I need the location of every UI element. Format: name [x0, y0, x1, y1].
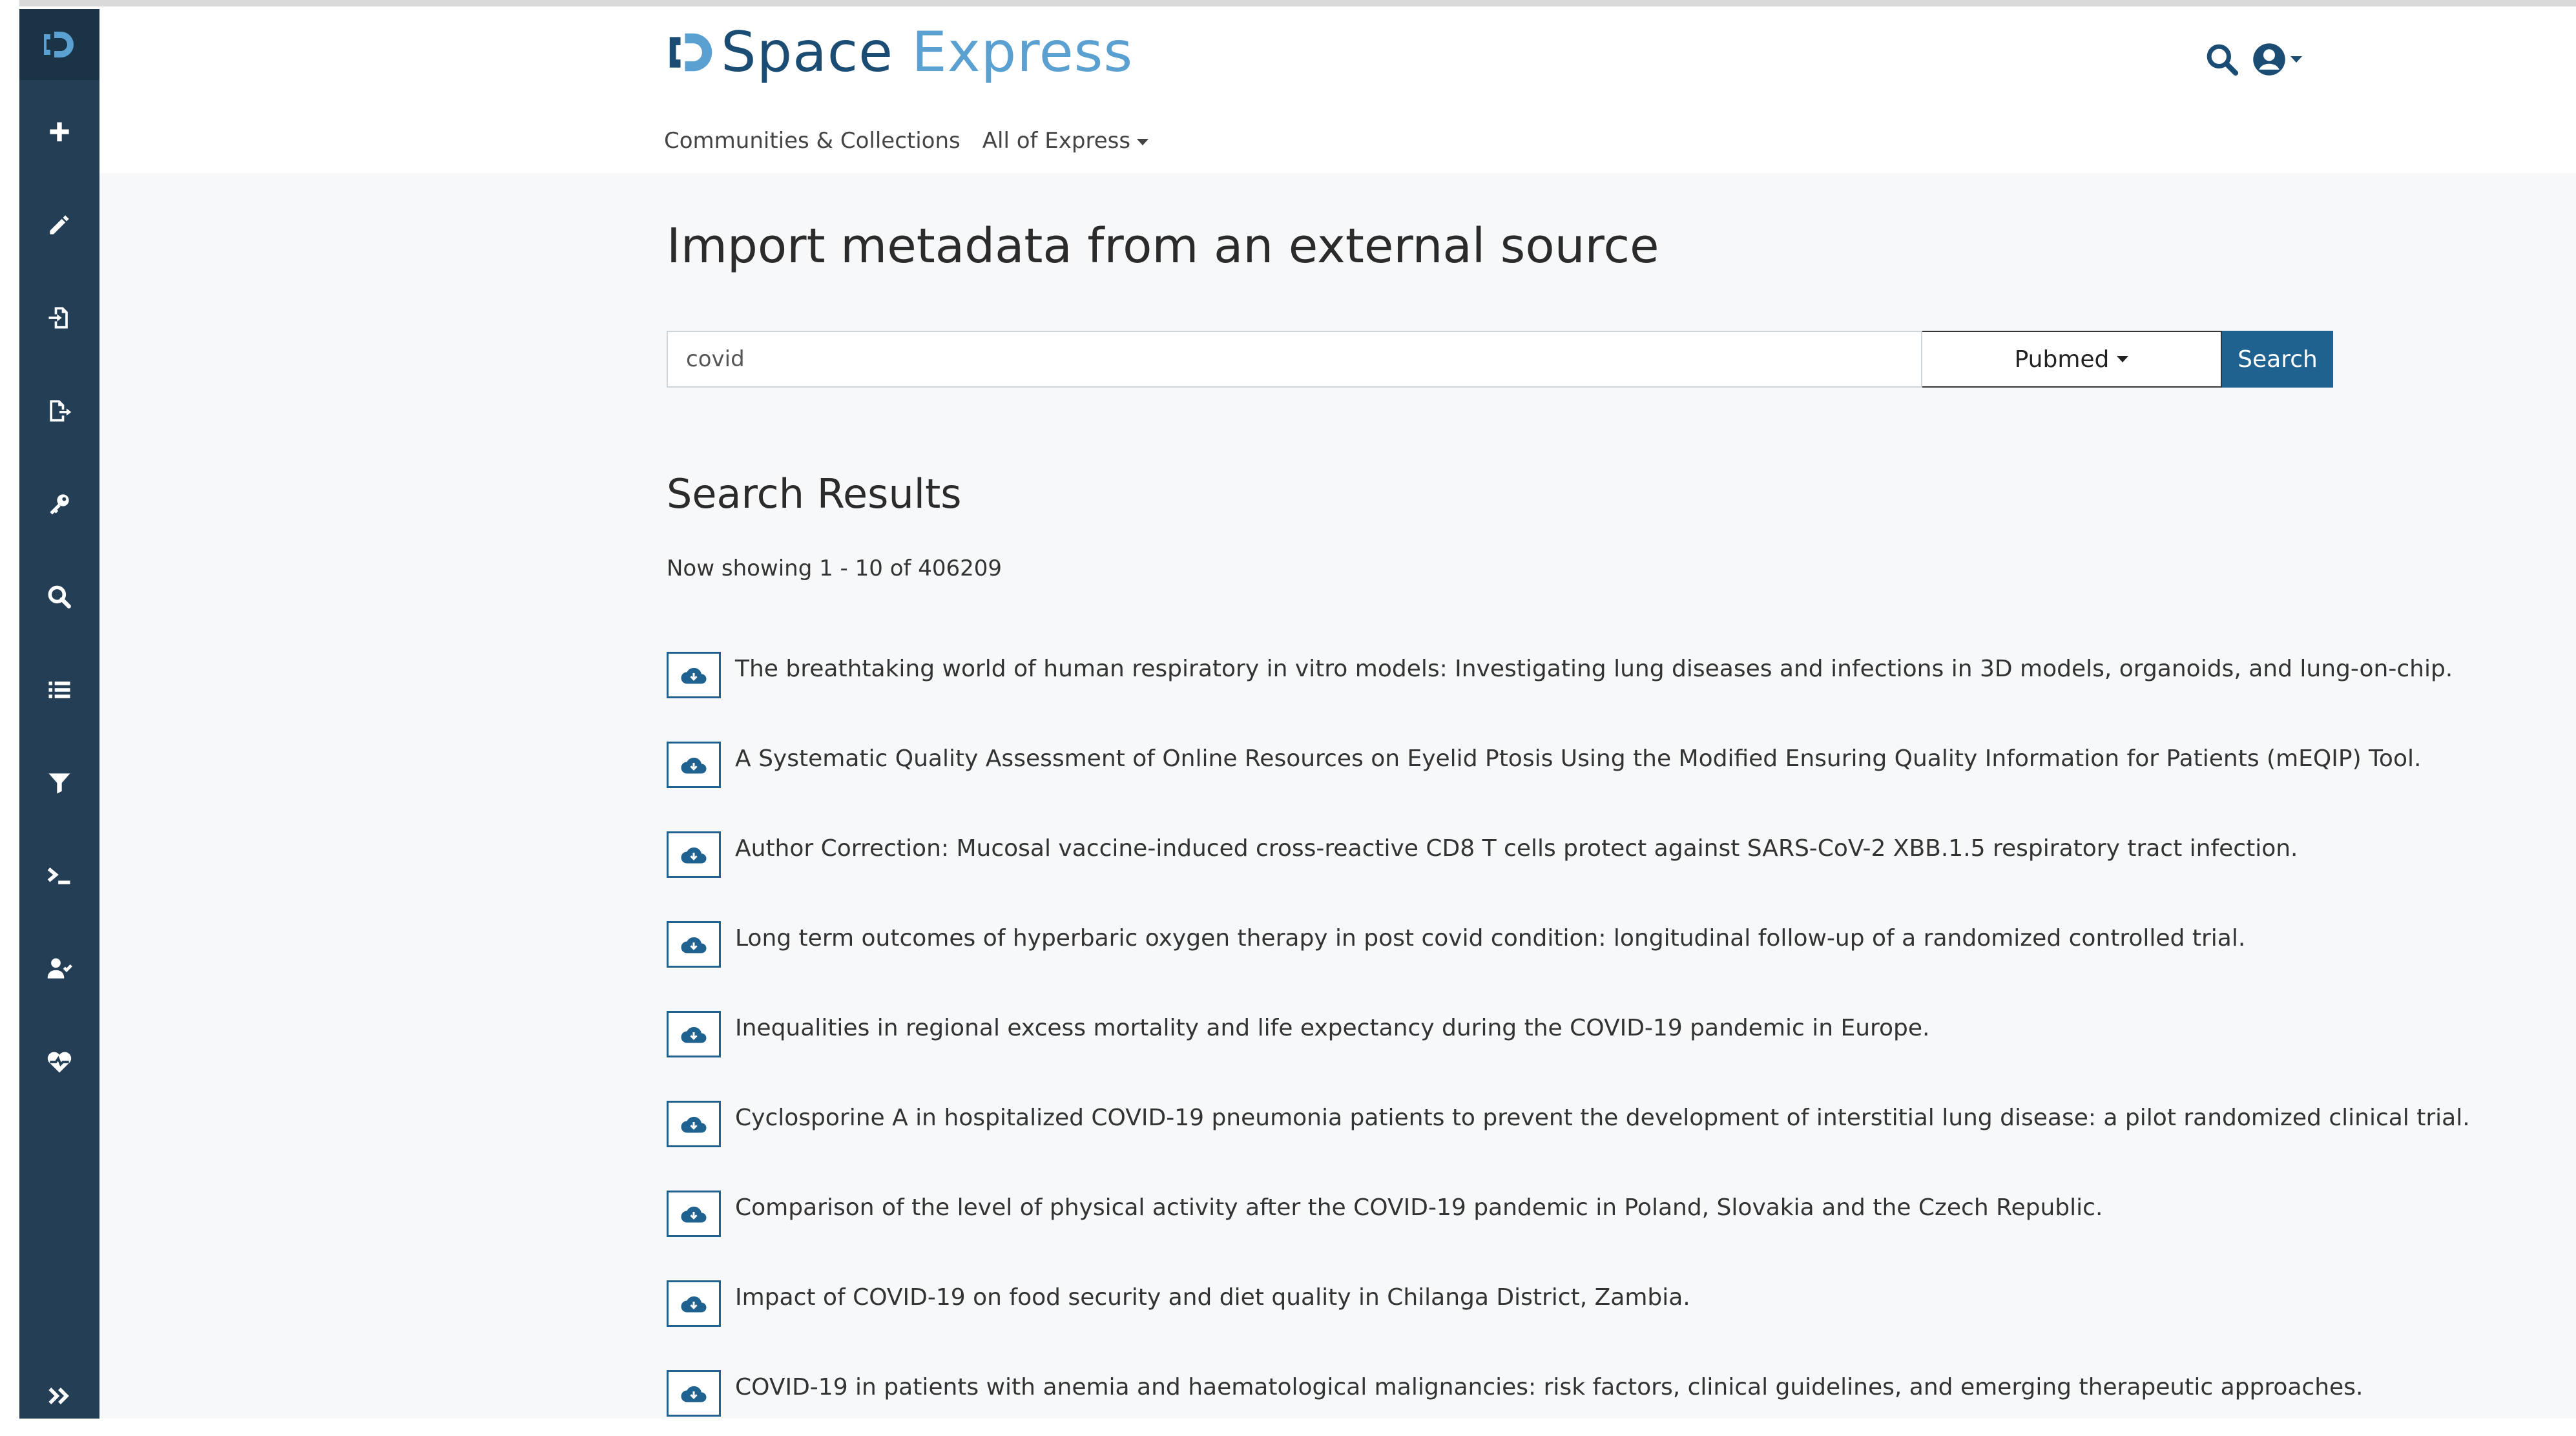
sidebar-item-new[interactable]	[19, 99, 99, 164]
source-dropdown-label: Pubmed	[2014, 346, 2110, 373]
site-logo[interactable]: Space Express	[668, 25, 1133, 80]
filter-icon	[48, 773, 70, 794]
sidebar-item-export[interactable]	[19, 379, 99, 443]
list-item: The breathtaking world of human respirat…	[667, 628, 2470, 718]
site-header: Space Express Communities & Collections …	[99, 9, 2576, 173]
cloud-download-icon	[681, 1386, 707, 1402]
import-button[interactable]	[667, 1100, 721, 1147]
import-button[interactable]	[667, 651, 721, 698]
import-icon	[48, 307, 68, 329]
result-title: A Systematic Quality Assessment of Onlin…	[735, 745, 2422, 772]
result-title: Impact of COVID-19 on food security and …	[735, 1284, 1690, 1311]
header-actions	[2204, 41, 2302, 78]
search-button[interactable]: Search	[2222, 331, 2333, 388]
results-list: The breathtaking world of human respirat…	[667, 628, 2470, 1436]
user-circle-icon	[2253, 43, 2285, 76]
search-icon	[48, 585, 71, 609]
import-button[interactable]	[667, 1369, 721, 1417]
cloud-download-icon	[681, 667, 707, 683]
cloud-download-icon	[681, 1296, 707, 1312]
double-chevron-right-icon	[48, 1388, 69, 1404]
list-item: Comparison of the level of physical acti…	[667, 1167, 2470, 1256]
list-item: Author Correction: Mucosal vaccine-induc…	[667, 807, 2470, 897]
source-dropdown[interactable]: Pubmed	[1922, 331, 2222, 388]
result-title: Long term outcomes of hyperbaric oxygen …	[735, 925, 2246, 952]
cloud-download-icon	[681, 937, 707, 953]
export-icon	[50, 400, 72, 422]
heartbeat-icon	[47, 1052, 72, 1073]
import-button[interactable]	[667, 1010, 721, 1057]
user-check-icon	[47, 958, 72, 979]
import-button[interactable]	[667, 1280, 721, 1327]
main-nav: Communities & Collections All of Express	[664, 128, 1149, 154]
plus-icon	[50, 122, 69, 141]
key-icon	[50, 494, 69, 515]
chevron-down-icon	[2117, 356, 2129, 362]
dspace-logo-icon	[44, 32, 74, 57]
nav-communities-collections[interactable]: Communities & Collections	[664, 128, 961, 154]
sidebar-item-search[interactable]	[19, 565, 99, 629]
import-button[interactable]	[667, 831, 721, 878]
main-content: Import metadata from an external source …	[99, 173, 2576, 1419]
chevron-down-icon	[1137, 138, 1149, 145]
cloud-download-icon	[681, 757, 707, 773]
sidebar-item-access-control[interactable]	[19, 472, 99, 536]
sidebar-item-workflow[interactable]	[19, 937, 99, 1001]
cloud-download-icon	[681, 1026, 707, 1043]
sidebar-item-curation[interactable]	[19, 751, 99, 815]
import-button[interactable]	[667, 741, 721, 788]
result-title: Comparison of the level of physical acti…	[735, 1194, 2103, 1221]
admin-sidebar	[19, 9, 99, 1419]
cloud-download-icon	[681, 1116, 707, 1132]
terminal-icon	[47, 867, 70, 884]
cloud-download-icon	[681, 847, 707, 863]
list-icon	[48, 682, 70, 698]
sidebar-item-import[interactable]	[19, 286, 99, 350]
user-menu-toggle[interactable]	[2252, 42, 2302, 77]
dspace-logo-icon	[669, 33, 712, 72]
sidebar-expand-toggle[interactable]	[19, 1373, 99, 1419]
list-item: Impact of COVID-19 on food security and …	[667, 1256, 2470, 1346]
sidebar-logo[interactable]	[19, 9, 99, 80]
window-top-border	[0, 0, 2576, 6]
left-margin	[0, 0, 19, 1419]
nav-all-of-express[interactable]: All of Express	[982, 128, 1149, 154]
import-button[interactable]	[667, 1190, 721, 1237]
cloud-download-icon	[681, 1206, 707, 1222]
result-title: Author Correction: Mucosal vaccine-induc…	[735, 835, 2298, 862]
sidebar-item-registries[interactable]	[19, 658, 99, 722]
pencil-icon	[50, 215, 69, 234]
page-title: Import metadata from an external source	[667, 218, 1659, 274]
result-title: Cyclosporine A in hospitalized COVID-19 …	[735, 1105, 2470, 1131]
external-search-form: Pubmed Search	[667, 331, 2333, 388]
result-title: The breathtaking world of human respirat…	[735, 656, 2453, 682]
sidebar-item-processes[interactable]	[19, 844, 99, 908]
search-icon[interactable]	[2204, 41, 2240, 78]
sidebar-item-health[interactable]	[19, 1030, 99, 1094]
import-button[interactable]	[667, 921, 721, 968]
list-item: Inequalities in regional excess mortalit…	[667, 987, 2470, 1077]
sidebar-item-edit[interactable]	[19, 193, 99, 257]
list-item: Cyclosporine A in hospitalized COVID-19 …	[667, 1077, 2470, 1167]
list-item: Long term outcomes of hyperbaric oxygen …	[667, 897, 2470, 987]
result-title: COVID-19 in patients with anemia and hae…	[735, 1374, 2363, 1400]
list-item: A Systematic Quality Assessment of Onlin…	[667, 718, 2470, 807]
chevron-down-icon	[2290, 56, 2302, 63]
result-title: Inequalities in regional excess mortalit…	[735, 1015, 1930, 1041]
results-count: Now showing 1 - 10 of 406209	[667, 556, 1002, 581]
results-heading: Search Results	[667, 470, 962, 517]
search-input[interactable]	[667, 331, 1922, 388]
list-item: COVID-19 in patients with anemia and hae…	[667, 1346, 2470, 1436]
site-logo-text: Space Express	[721, 20, 1134, 85]
